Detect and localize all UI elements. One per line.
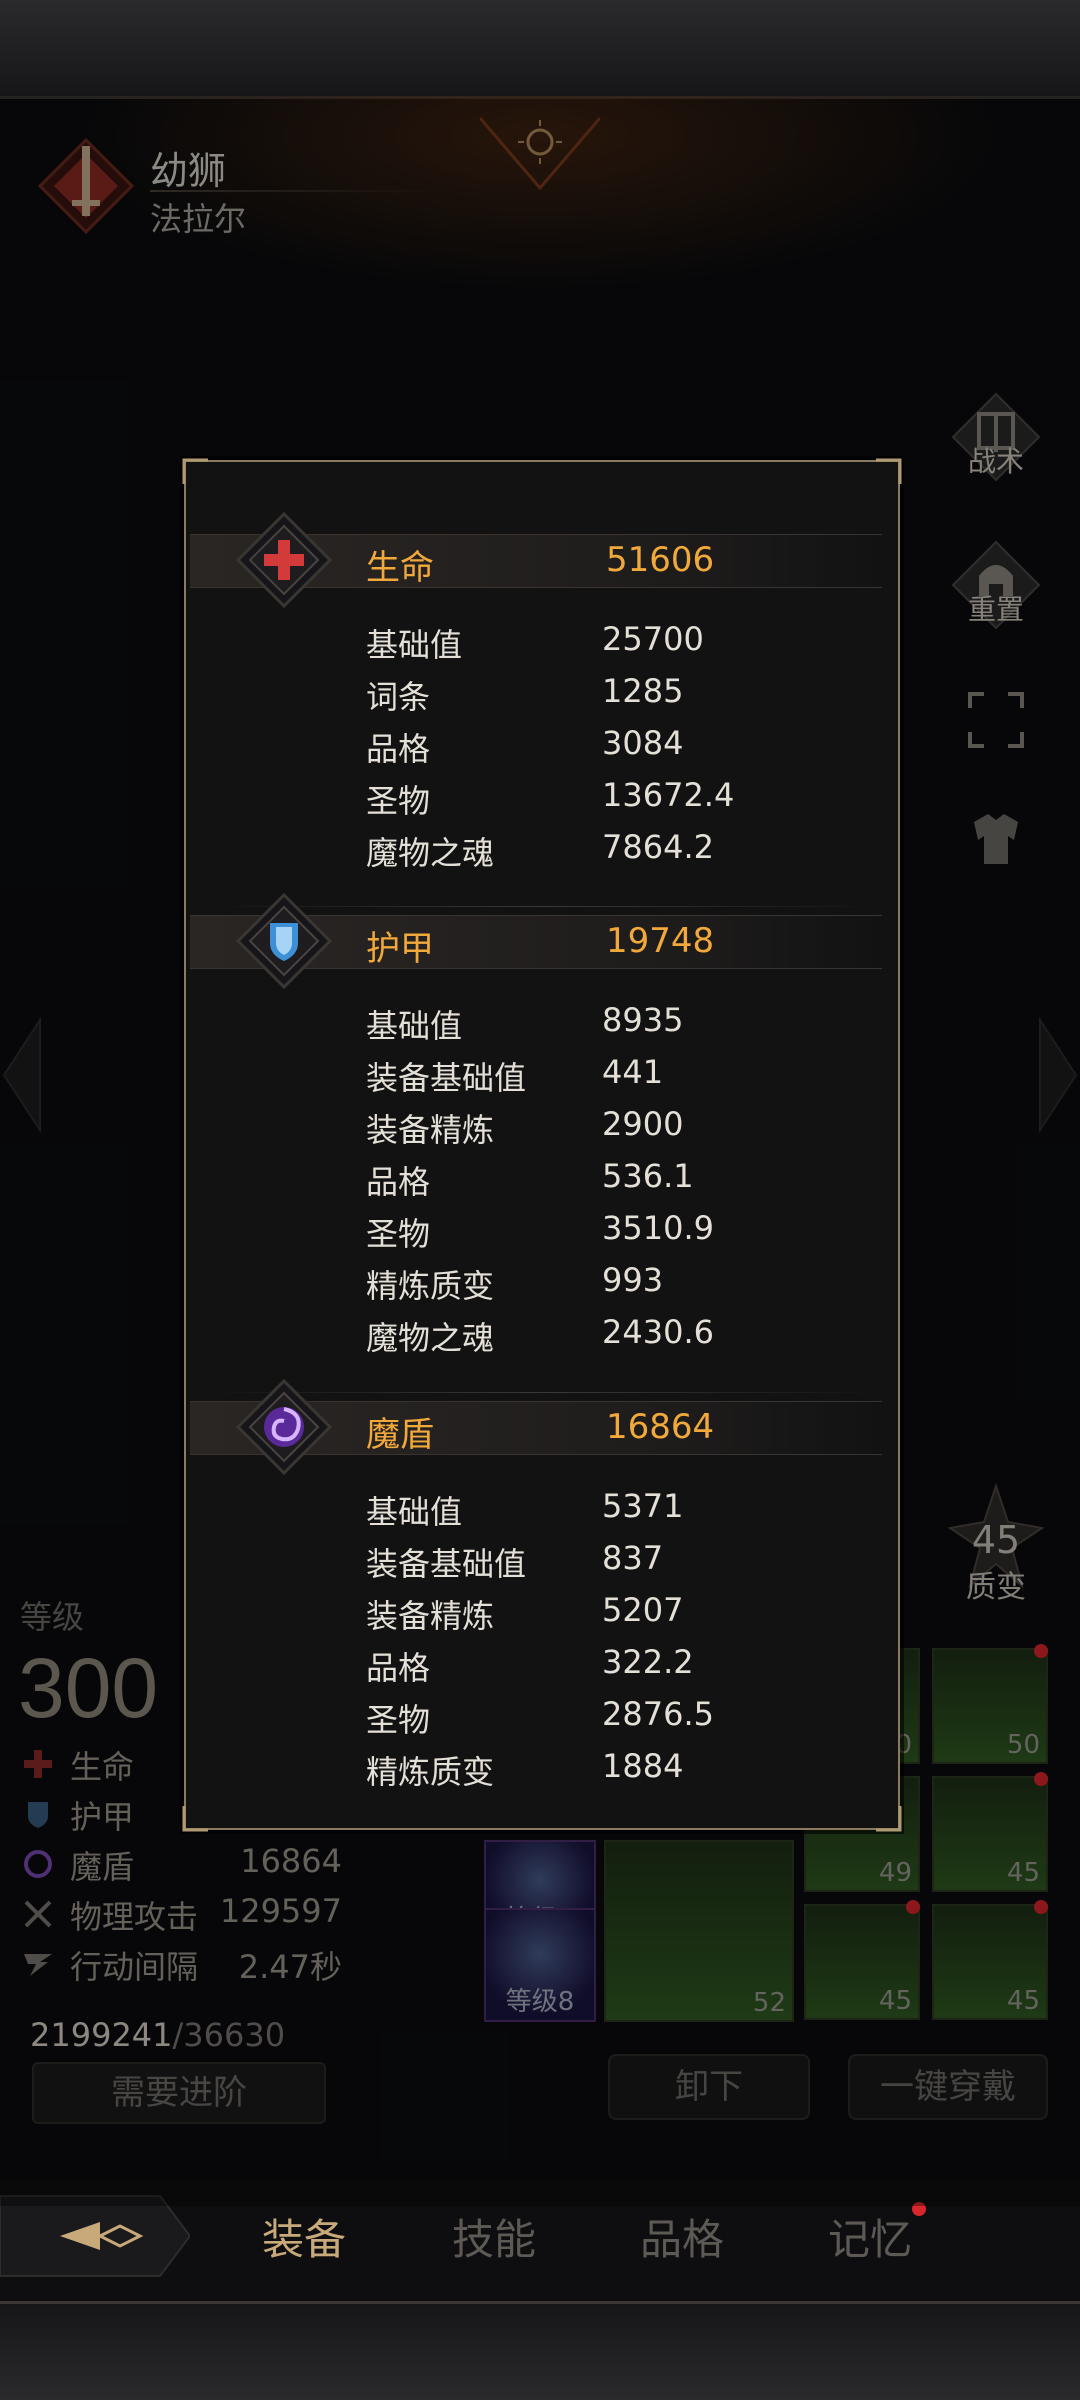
- row-value: 25700: [602, 620, 704, 658]
- row-label: 基础值: [366, 1493, 463, 1531]
- tab-quality[interactable]: 品格: [640, 2206, 724, 2267]
- row-label: 精炼质变: [366, 1267, 495, 1305]
- section-title: 护甲: [366, 929, 434, 969]
- row-value: 441: [602, 1053, 664, 1091]
- stat-detail-popup: 生命 51606 基础值 25700 词条 1285 品格 3084 圣物 13…: [182, 458, 902, 1832]
- row-value: 2430.6: [602, 1313, 714, 1351]
- row-value: 5371: [602, 1487, 684, 1525]
- section-total: 19748: [606, 921, 715, 961]
- row-label: 装备基础值: [366, 1059, 527, 1097]
- row-label: 品格: [366, 1649, 431, 1687]
- section-total: 51606: [606, 540, 715, 580]
- magic-shield-swirl-icon: [236, 1379, 332, 1475]
- top-frame: [0, 0, 1080, 99]
- row-label: 圣物: [366, 782, 431, 820]
- row-label: 品格: [366, 1163, 431, 1201]
- row-value: 5207: [602, 1591, 684, 1629]
- corner-ornament-icon: [876, 1806, 902, 1832]
- row-label: 词条: [366, 678, 431, 716]
- row-value: 993: [602, 1261, 664, 1299]
- armor-shield-icon: [236, 893, 332, 989]
- row-label: 精炼质变: [366, 1753, 495, 1791]
- row-label: 装备精炼: [366, 1597, 495, 1635]
- row-label: 基础值: [366, 626, 463, 664]
- row-value: 3084: [602, 724, 684, 762]
- row-label: 品格: [366, 730, 431, 768]
- corner-ornament-icon: [182, 1806, 208, 1832]
- tab-skills[interactable]: 技能: [452, 2206, 536, 2267]
- row-value: 1884: [602, 1747, 684, 1785]
- row-value: 2876.5: [602, 1695, 714, 1733]
- section-title: 魔盾: [366, 1415, 434, 1455]
- row-value: 322.2: [602, 1643, 694, 1681]
- row-value: 1285: [602, 672, 684, 710]
- row-value: 2900: [602, 1105, 684, 1143]
- health-cross-icon: [236, 512, 332, 608]
- section-title: 生命: [366, 548, 434, 588]
- row-label: 装备精炼: [366, 1111, 495, 1149]
- section-total: 16864: [606, 1407, 715, 1447]
- row-label: 魔物之魂: [366, 1319, 495, 1357]
- row-label: 魔物之魂: [366, 834, 495, 872]
- row-value: 7864.2: [602, 828, 714, 866]
- row-label: 装备基础值: [366, 1545, 527, 1583]
- bottom-frame: [0, 2301, 1080, 2400]
- row-value: 8935: [602, 1001, 684, 1039]
- row-value: 536.1: [602, 1157, 694, 1195]
- row-label: 圣物: [366, 1701, 431, 1739]
- row-value: 13672.4: [602, 776, 735, 814]
- corner-ornament-icon: [876, 458, 902, 484]
- row-value: 3510.9: [602, 1209, 714, 1247]
- row-value: 837: [602, 1539, 664, 1577]
- tab-memory[interactable]: 记忆: [828, 2206, 912, 2267]
- row-label: 基础值: [366, 1007, 463, 1045]
- row-label: 圣物: [366, 1215, 431, 1253]
- corner-ornament-icon: [182, 458, 208, 484]
- tab-equipment[interactable]: 装备: [262, 2206, 346, 2267]
